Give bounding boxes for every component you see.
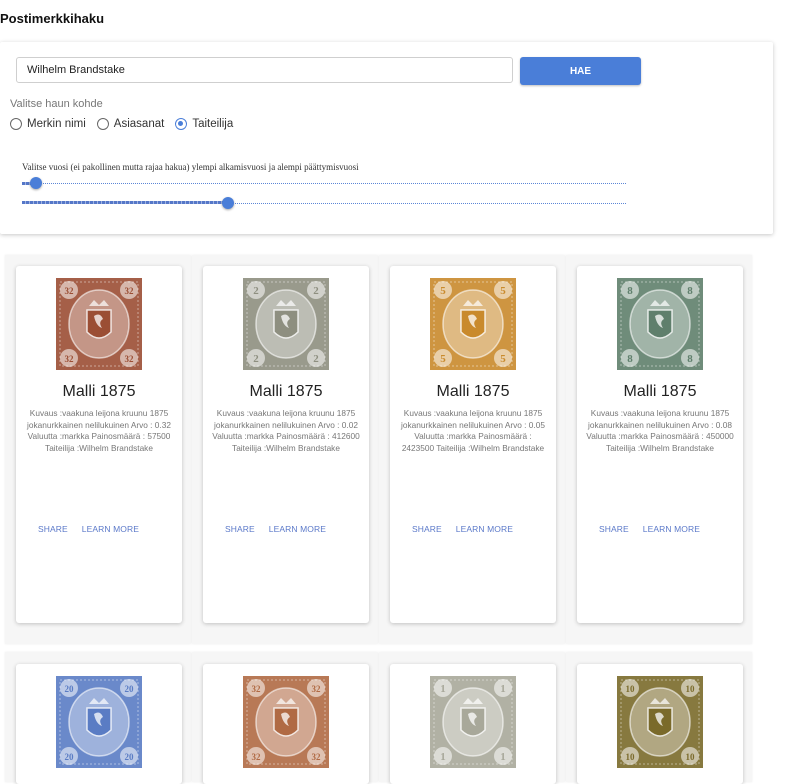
share-button[interactable]: SHARE: [225, 524, 255, 534]
learn-more-button[interactable]: LEARN MORE: [82, 524, 139, 534]
card-description: Kuvaus :vaakuna leijona kruunu 1875 joka…: [27, 408, 171, 453]
radio-checked-icon[interactable]: [175, 118, 188, 130]
end-year-slider-thumb[interactable]: [222, 197, 234, 209]
radio-label: Asiasanat: [113, 118, 165, 130]
svg-text:8: 8: [627, 353, 633, 365]
card-description: Kuvaus :vaakuna leijona kruunu 1875 joka…: [586, 408, 734, 453]
svg-text:1: 1: [500, 683, 506, 695]
card-actions: SHARE LEARN MORE: [225, 524, 340, 534]
card-actions: SHARE LEARN MORE: [599, 524, 714, 534]
svg-text:8: 8: [627, 285, 633, 297]
svg-text:20: 20: [65, 752, 75, 762]
learn-more-button[interactable]: LEARN MORE: [643, 524, 700, 534]
svg-text:2: 2: [313, 353, 319, 365]
svg-text:20: 20: [65, 684, 75, 694]
svg-text:10: 10: [686, 752, 696, 762]
svg-text:2: 2: [253, 353, 259, 365]
start-year-slider-track[interactable]: [22, 183, 626, 184]
stamp-image: 20 20 20 20: [54, 674, 144, 775]
svg-text:1: 1: [440, 751, 446, 763]
svg-text:32: 32: [125, 354, 135, 364]
stamp-card: 8 8 8 8 Malli 1875 Kuvaus :vaakuna leijona kr…: [577, 266, 743, 623]
stamp-card: 10 10 10 10: [577, 664, 743, 784]
share-button[interactable]: SHARE: [412, 524, 442, 534]
svg-text:20: 20: [125, 752, 135, 762]
radio-unchecked-icon[interactable]: [96, 118, 109, 130]
search-panel: HAE Valitse haun kohde Merkin nimi Asias…: [0, 42, 773, 234]
card-title: Malli 1875: [249, 383, 323, 400]
search-button[interactable]: HAE: [520, 57, 641, 85]
stamp-image: 8 8 8 8: [615, 276, 705, 377]
svg-text:8: 8: [687, 353, 693, 365]
svg-text:32: 32: [312, 684, 322, 694]
stamp-image: 32 32 32 32: [54, 276, 144, 377]
svg-text:10: 10: [626, 684, 636, 694]
svg-text:1: 1: [440, 683, 446, 695]
svg-text:20: 20: [125, 684, 135, 694]
search-target-radio-group: Merkin nimi Asiasanat Taiteilija: [10, 118, 244, 130]
svg-text:5: 5: [440, 353, 446, 365]
share-button[interactable]: SHARE: [38, 524, 68, 534]
svg-text:10: 10: [626, 752, 636, 762]
card-actions: SHARE LEARN MORE: [38, 524, 153, 534]
stamp-card: 32 32 32 32: [203, 664, 369, 784]
stamp-card: 32 32 32 32 Malli 1875 Kuvaus :vaakuna leijon…: [16, 266, 182, 623]
stamp-image: 2 2 2 2: [241, 276, 331, 377]
stamp-image: 10 10 10 10: [615, 674, 705, 775]
stamp-card: 5 5 5 5 Malli 1875 Kuvaus :vaakuna leijona kr…: [390, 266, 556, 623]
svg-text:2: 2: [253, 285, 259, 297]
card-actions: SHARE LEARN MORE: [412, 524, 527, 534]
svg-text:10: 10: [686, 684, 696, 694]
svg-text:32: 32: [252, 752, 262, 762]
radio-option-asiasanat[interactable]: Asiasanat: [96, 118, 165, 130]
radio-unchecked-icon[interactable]: [10, 118, 22, 130]
svg-text:32: 32: [125, 286, 135, 296]
start-year-slider-thumb[interactable]: [30, 177, 42, 189]
card-description: Kuvaus :vaakuna leijona kruunu 1875 joka…: [401, 408, 545, 453]
card-title: Malli 1875: [436, 383, 510, 400]
learn-more-button[interactable]: LEARN MORE: [456, 524, 513, 534]
svg-text:32: 32: [312, 752, 322, 762]
svg-text:5: 5: [500, 285, 506, 297]
stamp-card: 2 2 2 2 Malli 1875 Kuvaus :vaakuna leijona kr…: [203, 266, 369, 623]
card-title: Malli 1875: [623, 383, 697, 400]
svg-text:5: 5: [440, 285, 446, 297]
svg-text:5: 5: [500, 353, 506, 365]
page-title: Postimerkkihaku: [0, 11, 105, 26]
stamp-card: 1 1 1 1: [390, 664, 556, 784]
learn-more-button[interactable]: LEARN MORE: [269, 524, 326, 534]
stamp-image: 32 32 32 32: [241, 674, 331, 775]
year-filter-label: Valitse vuosi (ei pakollinen mutta rajaa…: [22, 162, 359, 172]
card-description: Kuvaus :vaakuna leijona kruunu 1875 joka…: [212, 408, 360, 453]
svg-text:32: 32: [65, 286, 75, 296]
search-input[interactable]: [16, 57, 513, 83]
radio-option-taiteilija[interactable]: Taiteilija: [175, 118, 233, 130]
stamp-image: 5 5 5 5: [428, 276, 518, 377]
svg-text:8: 8: [687, 285, 693, 297]
stamp-card: 20 20 20 20: [16, 664, 182, 784]
svg-text:32: 32: [65, 354, 75, 364]
radio-label: Merkin nimi: [27, 118, 86, 130]
svg-text:2: 2: [313, 285, 319, 297]
radio-option-merkin-nimi[interactable]: Merkin nimi: [10, 118, 86, 130]
card-title: Malli 1875: [62, 383, 136, 400]
svg-text:1: 1: [500, 751, 506, 763]
end-year-slider-fill: [22, 201, 228, 204]
search-target-label: Valitse haun kohde: [10, 98, 103, 110]
stamp-image: 1 1 1 1: [428, 674, 518, 775]
share-button[interactable]: SHARE: [599, 524, 629, 534]
svg-text:32: 32: [252, 684, 262, 694]
radio-label: Taiteilija: [192, 118, 234, 130]
